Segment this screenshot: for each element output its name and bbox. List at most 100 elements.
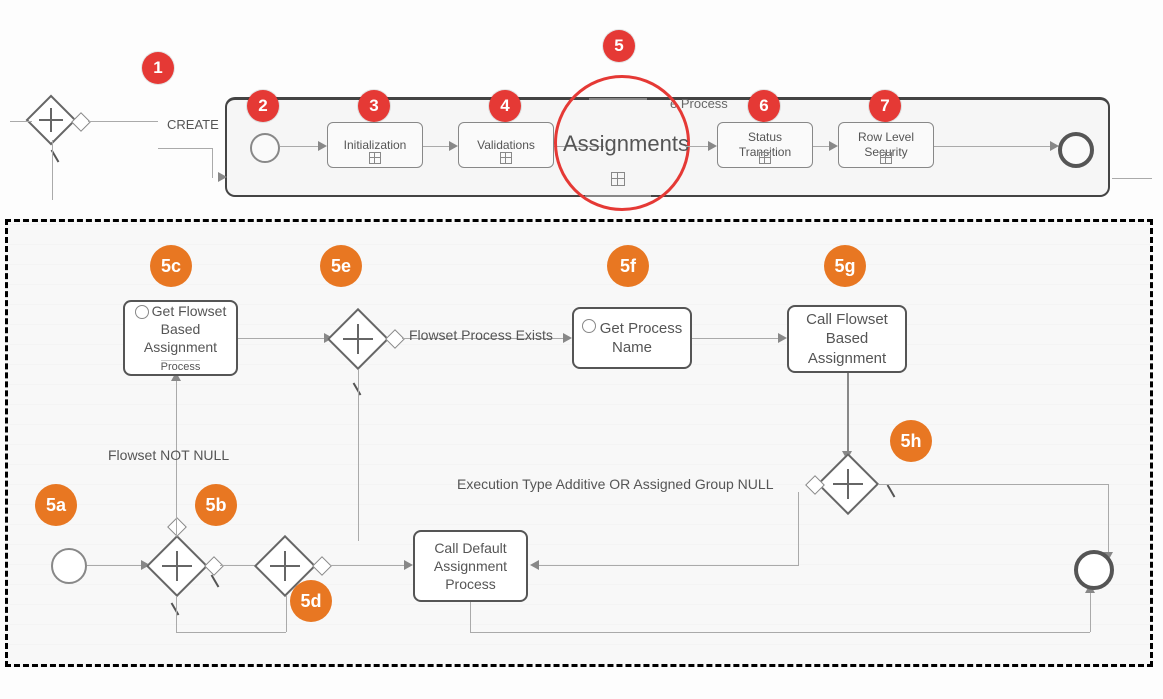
badge-5d: 5d [290, 580, 332, 622]
badge-5h: 5h [890, 420, 932, 462]
badge-1: 1 [142, 52, 174, 84]
badge-label: 5g [834, 256, 855, 277]
connector [1112, 178, 1152, 179]
arrow [218, 172, 227, 182]
subprocess-icon [611, 172, 625, 186]
task-row-level-security: Row Level Security [838, 122, 934, 168]
task-label: Call Default Assignment Process [419, 539, 522, 594]
subprocess-icon [880, 152, 892, 164]
task-validations: Validations [458, 122, 554, 168]
arrow [404, 560, 413, 570]
connector [286, 596, 287, 632]
gateway-marker [71, 112, 91, 132]
connector [238, 338, 328, 339]
start-event [250, 133, 280, 163]
gateway-pre-lane [26, 95, 77, 146]
task-assignments: Assignments [563, 131, 689, 157]
task-get-process-name: Get Process Name [572, 307, 692, 369]
task-label: Validations [477, 138, 535, 153]
badge-5: 5 [603, 30, 635, 62]
label-flowset-exists: Flowset Process Exists [409, 327, 553, 343]
badge-label: 1 [153, 58, 162, 78]
connector [934, 146, 1054, 147]
badge-5c: 5c [150, 245, 192, 287]
task-status-transition: Status Transition [717, 122, 813, 168]
badge-label: 5c [161, 256, 181, 277]
connector [52, 140, 53, 200]
badge-5e: 5e [320, 245, 362, 287]
task-label: Get Process Name [600, 320, 683, 357]
connector [176, 596, 177, 632]
gear-icon [582, 319, 596, 333]
subprocess-icon [500, 152, 512, 164]
connector [798, 492, 799, 566]
border-fragment [589, 98, 647, 100]
label-flowset-not-null: Flowset NOT NULL [108, 447, 229, 463]
badge-label: 4 [500, 96, 509, 116]
badge-3: 3 [358, 90, 390, 122]
connector [358, 370, 359, 540]
badge-label: 5f [620, 256, 636, 277]
arrow [778, 333, 787, 343]
badge-label: 6 [759, 96, 768, 116]
start-event-detail [51, 548, 87, 584]
connector [87, 565, 145, 566]
badge-5a: 5a [35, 484, 77, 526]
label-exec-additive: Execution Type Additive OR Assigned Grou… [457, 476, 773, 492]
task-initialization: Initialization [327, 122, 423, 168]
badge-label: 2 [258, 96, 267, 116]
badge-5f: 5f [607, 245, 649, 287]
badge-label: 7 [880, 96, 889, 116]
connector [847, 373, 849, 455]
arrow [708, 141, 717, 151]
connector [1108, 484, 1109, 556]
detail-panel [5, 219, 1153, 667]
task-call-flowset: Call Flowset Based Assignment [787, 305, 907, 373]
task-sublabel: Process [161, 360, 201, 373]
badge-6: 6 [748, 90, 780, 122]
connector [538, 565, 798, 566]
end-event-detail [1074, 550, 1114, 590]
task-call-default: Call Default Assignment Process [413, 530, 528, 602]
connector [330, 565, 408, 566]
subprocess-icon [759, 152, 771, 164]
connector [176, 632, 286, 633]
badge-label: 5e [331, 256, 351, 277]
connector [470, 602, 471, 632]
arrow [318, 141, 327, 151]
arrow [563, 333, 572, 343]
badge-5g: 5g [824, 245, 866, 287]
badge-4: 4 [489, 90, 521, 122]
end-event [1058, 132, 1094, 168]
connector [212, 148, 213, 178]
task-label: Call Flowset Based Assignment [793, 310, 901, 369]
badge-label: 5a [46, 495, 66, 516]
badge-2: 2 [247, 90, 279, 122]
connector [10, 121, 32, 122]
connector [1090, 590, 1091, 632]
connector [88, 121, 158, 122]
badge-label: 3 [369, 96, 378, 116]
arrow [449, 141, 458, 151]
badge-7: 7 [869, 90, 901, 122]
connector [280, 146, 322, 147]
connector [878, 484, 1108, 485]
border-fragment [585, 195, 651, 197]
task-label: Initialization [344, 138, 407, 153]
badge-5b: 5b [195, 484, 237, 526]
gear-icon [135, 305, 149, 319]
connector [692, 338, 782, 339]
connector [158, 148, 212, 149]
subprocess-icon [369, 152, 381, 164]
badge-label: 5b [205, 495, 226, 516]
task-get-flowset: Get Flowset Based Assignment Process [123, 300, 238, 376]
badge-label: 5 [614, 36, 623, 56]
lane-label: CREATE [167, 117, 219, 132]
badge-label: 5d [300, 591, 321, 612]
connector [470, 632, 1090, 633]
badge-label: 5h [900, 431, 921, 452]
arrow [829, 141, 838, 151]
arrow [530, 560, 539, 570]
connector [358, 540, 359, 541]
task-label: Get Flowset Based Assignment [144, 303, 226, 355]
